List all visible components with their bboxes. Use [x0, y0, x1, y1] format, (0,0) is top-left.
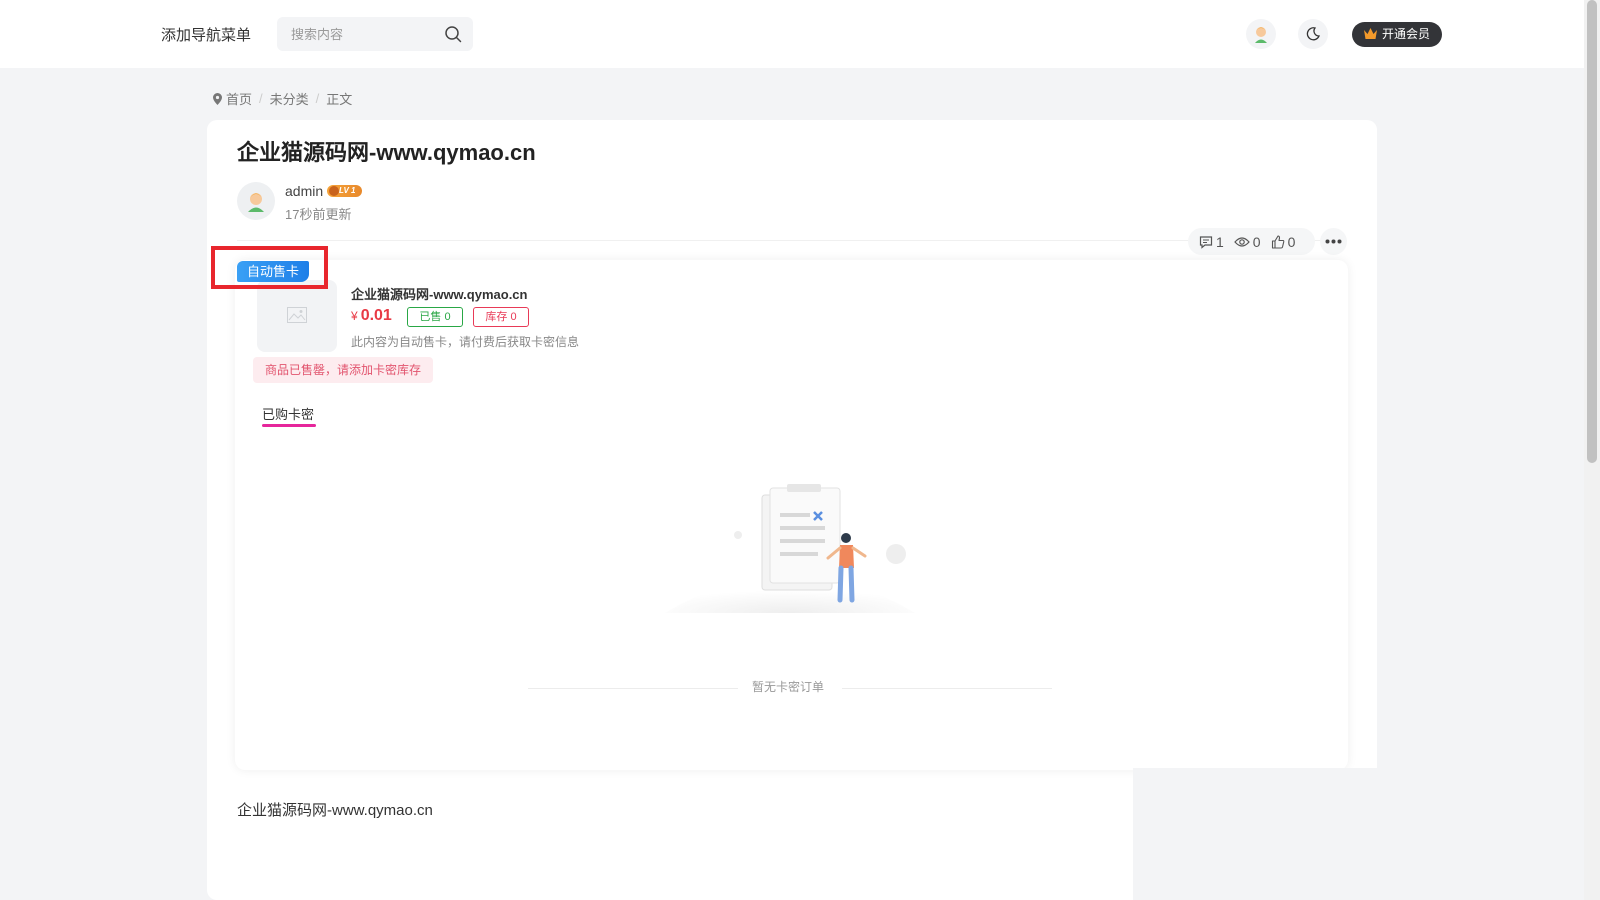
- product-thumbnail: [257, 280, 337, 352]
- empty-divider-right: [842, 688, 1052, 689]
- location-pin-icon: [213, 92, 222, 105]
- empty-divider-left: [528, 688, 738, 689]
- like-count-value: 0: [1287, 233, 1296, 250]
- search-box: [277, 17, 473, 51]
- breadcrumb-home[interactable]: 首页: [226, 89, 252, 108]
- soldout-notice: 商品已售罄，请添加卡密库存: [253, 357, 433, 383]
- level-badge-icon: [329, 186, 339, 196]
- vip-label: 开通会员: [1382, 27, 1431, 41]
- eye-icon: [1233, 236, 1250, 247]
- comment-icon: [1199, 235, 1213, 249]
- breadcrumb-category[interactable]: 未分类: [270, 89, 309, 108]
- product-price: ¥0.01: [351, 307, 392, 325]
- crown-icon: [1364, 28, 1377, 39]
- more-dots-icon: [1325, 239, 1342, 244]
- stock-count-badge: 库存 0: [473, 307, 529, 327]
- breadcrumb-current: 正文: [326, 92, 353, 107]
- product-description: 此内容为自动售卡，请付费后获取卡密信息: [351, 335, 580, 349]
- article-body-text: 企业猫源码网-www.qymao.cn: [237, 802, 433, 819]
- thumbs-up-icon: [1271, 234, 1284, 249]
- add-nav-menu-link[interactable]: 添加导航菜单: [161, 24, 251, 45]
- author-name[interactable]: admin: [285, 183, 323, 199]
- more-options-button[interactable]: [1320, 228, 1347, 255]
- currency-symbol: ¥: [351, 309, 358, 323]
- view-count: 0: [1233, 233, 1261, 250]
- sold-count-badge: 已售 0: [407, 307, 463, 327]
- search-input[interactable]: [289, 17, 439, 51]
- scrollbar-thumb[interactable]: [1587, 0, 1597, 463]
- view-count-value: 0: [1252, 233, 1261, 250]
- user-avatar[interactable]: [1246, 19, 1276, 49]
- product-name: 企业猫源码网-www.qymao.cn: [351, 287, 528, 302]
- level-label: LV 1: [339, 186, 356, 195]
- comment-count[interactable]: 1: [1199, 234, 1224, 250]
- level-badge: LV 1: [327, 185, 362, 197]
- annotation-highlight-box: [211, 246, 328, 289]
- search-icon[interactable]: [444, 25, 462, 43]
- side-panel-background: [1133, 768, 1584, 900]
- image-placeholder-icon: [287, 307, 307, 323]
- moon-icon: [1306, 27, 1320, 41]
- article-title: 企业猫源码网-www.qymao.cn: [237, 140, 536, 165]
- article-stats: 1 0 0: [1188, 228, 1315, 255]
- avatar-icon: [1255, 27, 1267, 43]
- author-avatar-icon: [248, 193, 264, 212]
- updated-time: 17秒前更新: [285, 207, 352, 222]
- top-header: 添加导航菜单 开通会员: [0, 0, 1584, 68]
- author-avatar[interactable]: [237, 182, 275, 220]
- breadcrumb: 首页 / 未分类 / 正文: [213, 89, 352, 108]
- dark-mode-toggle[interactable]: [1298, 19, 1328, 49]
- breadcrumb-separator: /: [315, 91, 320, 106]
- open-vip-button[interactable]: 开通会员: [1352, 22, 1442, 47]
- meta-divider: [237, 240, 1347, 241]
- breadcrumb-separator: /: [259, 91, 263, 106]
- price-value: 0.01: [360, 307, 392, 324]
- tab-active-indicator: [262, 424, 316, 427]
- empty-state-illustration: [665, 484, 915, 613]
- comment-count-value: 1: [1216, 233, 1224, 250]
- tab-purchased-cards[interactable]: 已购卡密: [262, 404, 314, 423]
- empty-state-text: 暂无卡密订单: [752, 680, 825, 694]
- like-button[interactable]: 0: [1271, 233, 1296, 250]
